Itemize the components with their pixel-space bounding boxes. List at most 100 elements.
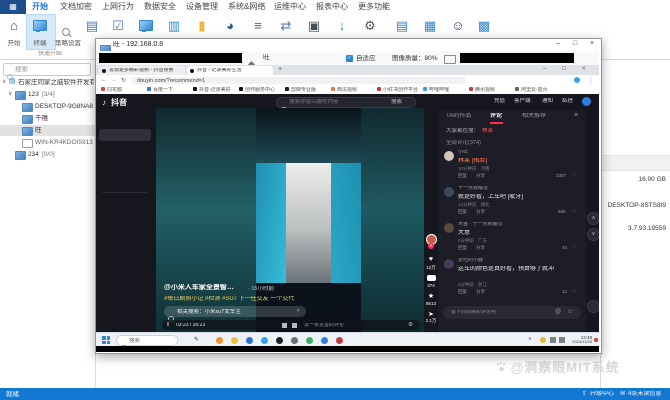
refresh-icon[interactable] (121, 77, 126, 84)
commenter-avatar[interactable] (444, 223, 454, 233)
address-bar[interactable]: douyin.com/?recommend=1 (131, 76, 466, 84)
tree-node-terminal[interactable]: 千禧 (0, 113, 95, 124)
share-icon[interactable] (424, 310, 438, 318)
tray-shield-icon[interactable] (540, 337, 546, 343)
tree-node-group-234[interactable]: 234 [0/0] (0, 149, 95, 160)
commenter-avatar[interactable] (444, 259, 454, 269)
tray-volume-icon[interactable] (550, 337, 556, 343)
header-link[interactable]: 通知 (542, 98, 553, 104)
pause-icon[interactable] (167, 322, 169, 328)
unread-messages-link[interactable]: 4条未读信息 (628, 391, 661, 398)
adaptive-checkbox[interactable]: ✓ (346, 54, 353, 62)
clear-screen-icon[interactable] (292, 322, 297, 328)
tree-node-company[interactable]: 石家庄同家之脑软件开发有限 (0, 77, 95, 88)
bookmark-item[interactable]: 阿里云-首页 (515, 86, 559, 94)
comment-input[interactable]: 留下你的精彩评论吧 (443, 306, 581, 319)
pinned-app-icon[interactable] (336, 336, 343, 344)
upgrade-center-link[interactable]: 升级中心 (590, 391, 614, 398)
ribbon-tab-ops-center[interactable]: 运维中心 (274, 2, 306, 11)
report-table-icon[interactable] (418, 15, 442, 37)
pinned-app-icon[interactable] (261, 336, 268, 344)
browser-tab-active[interactable]: 抖音 - 记录美好生活 (187, 66, 273, 75)
commenter-avatar[interactable] (444, 151, 454, 161)
related-search-pill[interactable]: 相关搜索：小米su7女车主 › (164, 306, 306, 322)
douyin-logo[interactable]: 抖音 (111, 98, 127, 107)
video-control-bar[interactable]: 03:23 / 36:23 发一条友善的评论 (162, 320, 420, 330)
notification-dot[interactable] (594, 338, 598, 342)
commenter-name[interactable]: 爱吃的小鹿 (458, 258, 568, 264)
pinned-app-icon[interactable] (231, 336, 238, 344)
settings-gear-icon[interactable] (358, 15, 382, 37)
file-transfer-icon[interactable] (274, 15, 298, 37)
comment-like-count[interactable]: 12 (562, 289, 567, 294)
bookmark-item[interactable]: 百度一下 (147, 86, 191, 94)
screen-monitor-icon[interactable] (134, 15, 158, 37)
comment-reply-button[interactable]: 回复 (458, 209, 467, 214)
player-settings-icon[interactable] (408, 322, 413, 328)
autoplay-toggle-icon[interactable] (282, 322, 287, 328)
browser-profile-avatar[interactable] (574, 77, 580, 83)
comment-icon[interactable] (426, 275, 436, 281)
tree-node-terminal-selected[interactable]: 旺 (0, 125, 95, 136)
pinned-app-icon[interactable] (216, 336, 223, 344)
caret-down-icon[interactable] (2, 79, 6, 86)
comment-share-button[interactable]: 分享 (476, 209, 485, 214)
pinned-app-icon[interactable] (246, 336, 253, 344)
browser-maximize-button[interactable]: □ (562, 66, 566, 73)
comment-reply-button[interactable]: 回复 (458, 173, 467, 178)
viewer-close-button[interactable]: × (585, 40, 599, 48)
browser-close-button[interactable]: × (582, 66, 586, 73)
comment-share-button[interactable]: 分享 (476, 289, 485, 294)
ribbon-tab-more[interactable]: 更多功能 (358, 2, 390, 11)
adaptive-label[interactable]: 自适应 (356, 55, 376, 62)
next-video-button[interactable] (587, 228, 599, 241)
video-player[interactable]: @小米人车家全景智… · 15小时前 #每日剧照小记 #检测 #SU7 下一任交… (156, 108, 424, 332)
browser-tab-inactive[interactable]: 发现更多精彩视频 - 抖音搜索 (99, 66, 185, 75)
clock-time[interactable]: 13:48 (568, 335, 592, 340)
bookmark-item[interactable]: 剪映专业版 (285, 86, 329, 94)
emoji-icon[interactable] (567, 309, 573, 315)
header-link[interactable]: 充值 (494, 98, 505, 104)
commenter-name[interactable]: 木鱼 · 十一点就睡觉 (458, 222, 568, 228)
pinned-app-icon[interactable] (276, 336, 283, 344)
bookmark-item[interactable]: 小红书创作平台 (377, 86, 421, 94)
heart-icon[interactable] (572, 245, 576, 251)
panel-tab-comments[interactable]: 评论 (490, 113, 502, 120)
browser-minimize-button[interactable]: – (543, 66, 546, 73)
heart-icon[interactable] (572, 173, 576, 179)
ribbon-tab-report-center[interactable]: 报表中心 (316, 2, 348, 11)
commenter-avatar[interactable] (444, 187, 454, 197)
screenshot-icon[interactable] (302, 15, 326, 37)
comment-like-count[interactable]: 45 (562, 245, 567, 250)
heart-icon[interactable] (572, 209, 576, 215)
ribbon-tab-doc-encrypt[interactable]: 文档加密 (60, 2, 92, 11)
panel-tab-works[interactable]: TA的作品 (446, 113, 471, 120)
calculator-grid-icon[interactable] (472, 15, 496, 37)
comment-share-button[interactable]: 分享 (476, 173, 485, 178)
commenter-name[interactable]: 十一点就睡觉 (458, 186, 568, 192)
shortcut-keyboard-icon[interactable] (444, 54, 456, 64)
pinned-app-icon[interactable] (306, 336, 313, 344)
admin-user-icon[interactable] (446, 15, 470, 37)
mention-icon[interactable] (555, 309, 561, 315)
caret-down-icon[interactable] (8, 91, 12, 98)
image-quality-label[interactable]: 图像质量：80% (392, 55, 438, 62)
comment-reply-button[interactable]: 回复 (458, 245, 467, 250)
ribbon-tab-system-network[interactable]: 系统&网络 (228, 2, 265, 11)
bookmark-item[interactable]: 创作服务中心 (239, 86, 283, 94)
home-icon[interactable] (2, 15, 26, 37)
comment-reply-button[interactable]: 回复 (458, 289, 467, 294)
heart-icon[interactable] (572, 289, 576, 295)
clock-date[interactable]: 2024/11/25 (562, 340, 592, 345)
bookmark-item[interactable]: 同花顺 (101, 86, 145, 94)
policy-search-icon[interactable] (54, 15, 78, 37)
comment-like-count[interactable]: 695 (558, 209, 566, 214)
comment-like-count[interactable]: 2387 (556, 173, 566, 178)
software-download-icon[interactable] (330, 15, 354, 37)
header-link[interactable]: 私信 (562, 98, 573, 104)
pinned-app-note-icon[interactable] (194, 336, 199, 343)
ribbon-tab-web-behavior[interactable]: 上网行为 (102, 2, 134, 11)
new-tab-button[interactable]: + (278, 66, 282, 74)
forward-icon[interactable] (111, 77, 117, 83)
follow-plus-button[interactable]: + (428, 243, 434, 249)
